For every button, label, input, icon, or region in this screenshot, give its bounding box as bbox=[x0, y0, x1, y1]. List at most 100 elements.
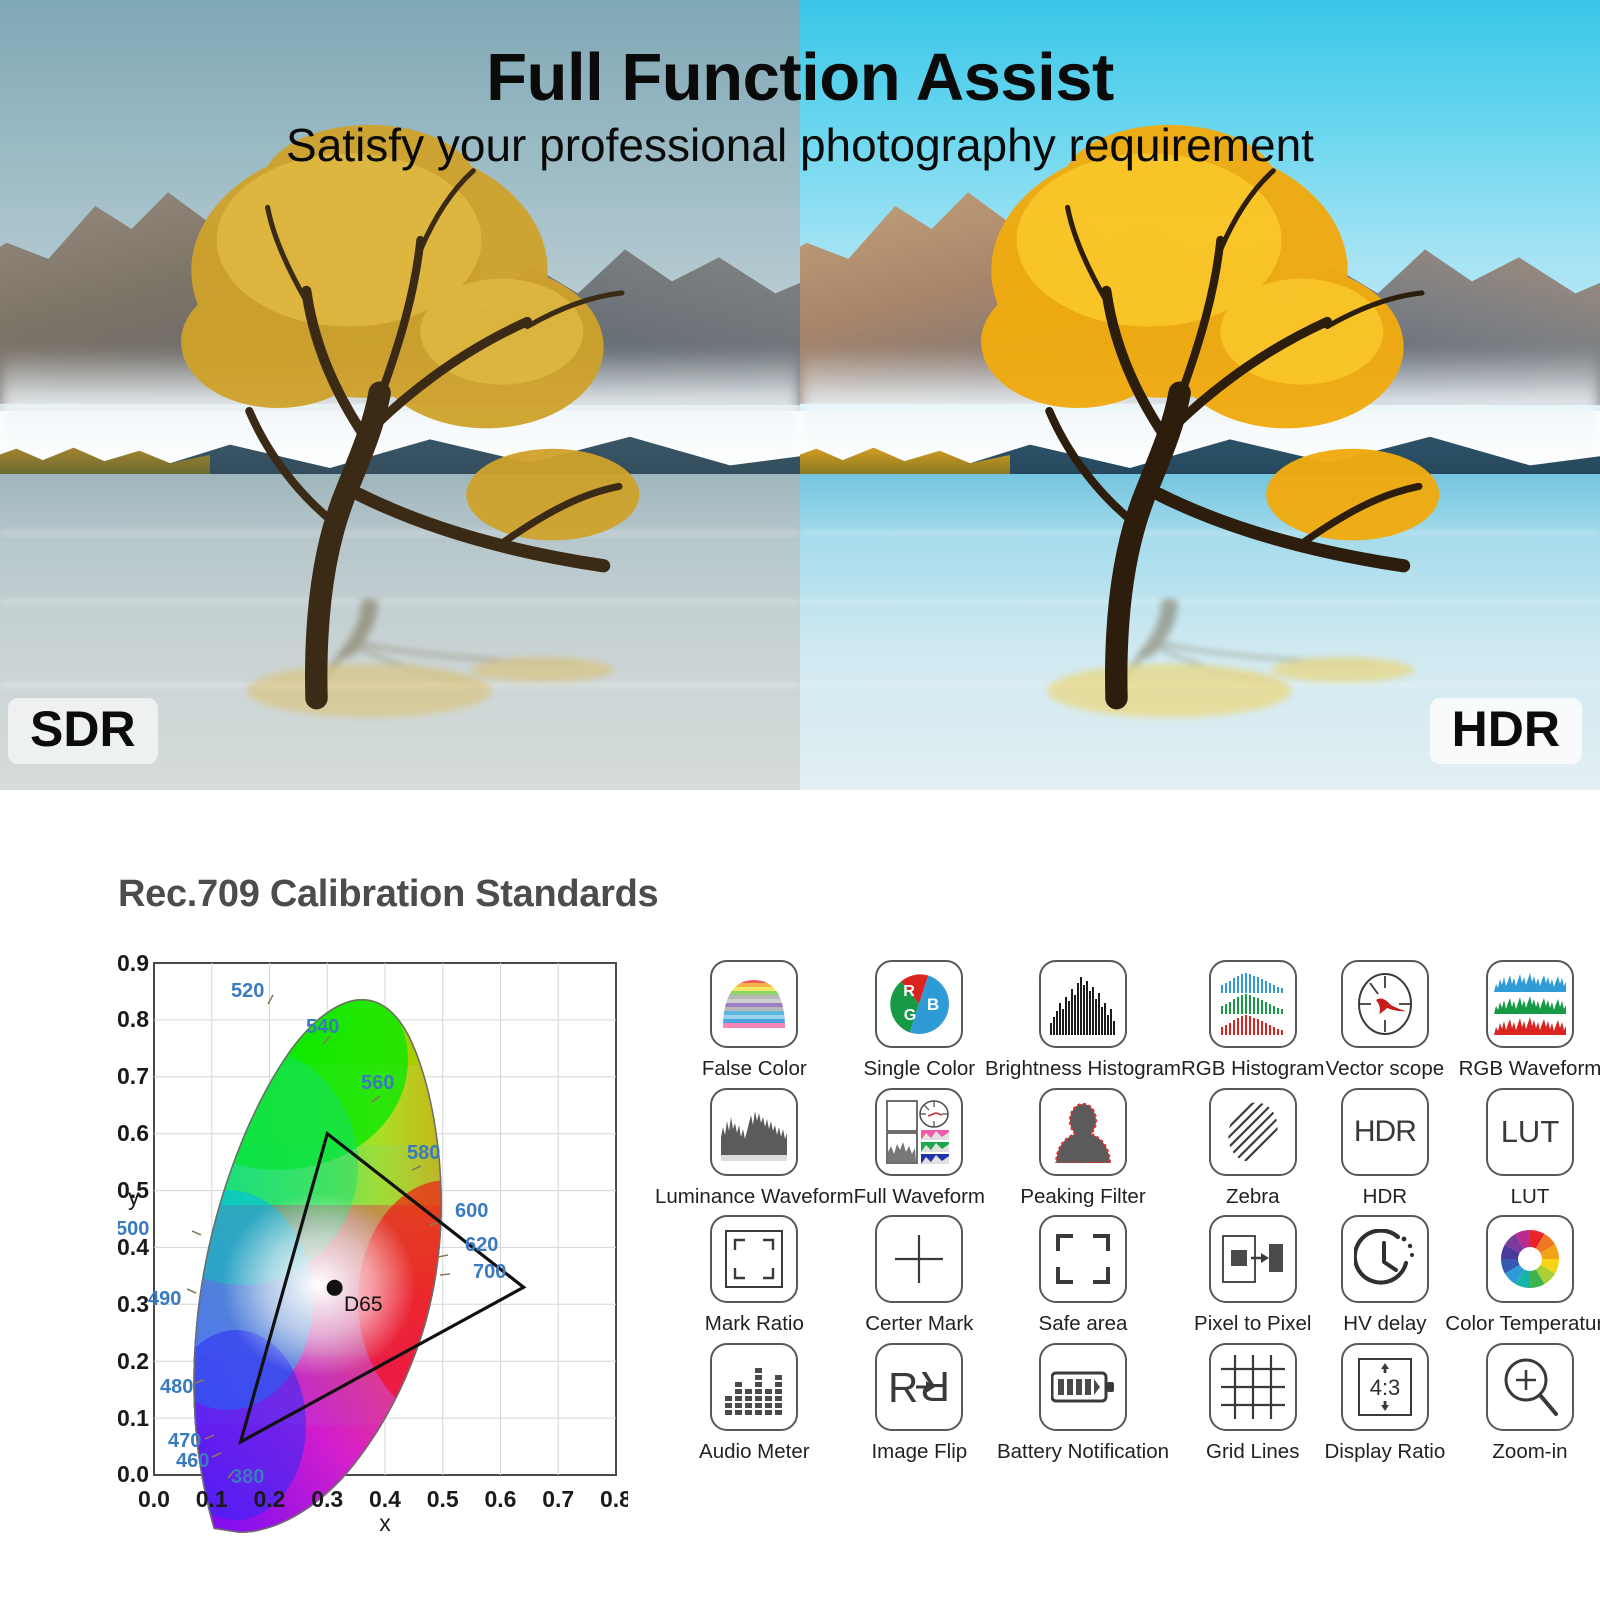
display-ratio-value: 4:3 bbox=[1370, 1375, 1401, 1400]
feature-label: Battery Notification bbox=[996, 1439, 1170, 1463]
lone-tree-sdr bbox=[181, 124, 640, 710]
false-color-icon[interactable] bbox=[710, 960, 799, 1048]
cie-chart-svg: D65 520 540 560 580 600 620 700 500 490 … bbox=[118, 955, 628, 1535]
image-flip-icon[interactable]: R R bbox=[875, 1342, 964, 1431]
page-title: Full Function Assist bbox=[486, 40, 1114, 115]
single-color-rgb-icon[interactable]: R G B bbox=[875, 960, 964, 1048]
vector-scope-icon[interactable] bbox=[1340, 960, 1429, 1048]
hero-banner: SDR HDR Full Function Assist Satisfy you… bbox=[0, 0, 1600, 790]
hdr-icon-label: HDR bbox=[1353, 1114, 1417, 1148]
feature-vector-scope[interactable]: Vector scope bbox=[1325, 960, 1446, 1081]
feature-center-mark[interactable]: Certer Mark bbox=[854, 1215, 985, 1336]
rgb-waveform-icon[interactable] bbox=[1485, 960, 1574, 1048]
feature-image-flip[interactable]: R R Image Flip bbox=[854, 1342, 985, 1464]
zoom-in-magnifier-icon[interactable] bbox=[1485, 1342, 1574, 1431]
rgb-histogram-icon[interactable] bbox=[1208, 960, 1297, 1048]
feature-label: HV delay bbox=[1343, 1312, 1427, 1336]
feature-label: Full Waveform bbox=[853, 1184, 985, 1208]
feature-label: Pixel to Pixel bbox=[1194, 1312, 1312, 1336]
svg-text:580: 580 bbox=[407, 1142, 440, 1164]
feature-safe-area[interactable]: Safe area bbox=[985, 1215, 1181, 1336]
brightness-histogram-icon[interactable] bbox=[1038, 960, 1127, 1048]
svg-text:480: 480 bbox=[160, 1376, 193, 1398]
feature-color-temperature[interactable]: Color Temperature bbox=[1445, 1215, 1600, 1336]
svg-text:700: 700 bbox=[473, 1261, 506, 1283]
svg-text:R: R bbox=[888, 1364, 918, 1411]
d65-point bbox=[326, 1279, 343, 1296]
svg-text:0.5: 0.5 bbox=[427, 1486, 459, 1512]
feature-mark-ratio[interactable]: Mark Ratio bbox=[655, 1215, 854, 1336]
svg-text:D65: D65 bbox=[344, 1293, 383, 1316]
page-subtitle: Satisfy your professional photography re… bbox=[286, 119, 1314, 171]
feature-battery-notification[interactable]: Battery Notification bbox=[985, 1342, 1181, 1464]
center-mark-icon[interactable] bbox=[875, 1215, 964, 1304]
feature-label: Image Flip bbox=[871, 1439, 968, 1463]
feature-lut[interactable]: LUT LUT bbox=[1445, 1087, 1600, 1209]
feature-grid-lines[interactable]: Grid Lines bbox=[1181, 1342, 1325, 1464]
feature-luminance-waveform[interactable]: Luminance Waveform bbox=[655, 1087, 854, 1209]
svg-text:540: 540 bbox=[306, 1016, 339, 1038]
svg-text:0.1: 0.1 bbox=[196, 1486, 228, 1512]
pixel-to-pixel-icon[interactable] bbox=[1208, 1215, 1297, 1304]
lone-tree-hdr bbox=[981, 124, 1440, 710]
mark-ratio-icon[interactable] bbox=[710, 1215, 799, 1304]
feature-label: Certer Mark bbox=[865, 1312, 974, 1336]
feature-hdr[interactable]: HDR HDR bbox=[1325, 1087, 1446, 1209]
sdr-badge: SDR bbox=[8, 698, 158, 764]
feature-hv-delay[interactable]: HV delay bbox=[1325, 1215, 1446, 1336]
svg-text:0.7: 0.7 bbox=[542, 1486, 574, 1512]
audio-meter-icon[interactable] bbox=[710, 1342, 799, 1431]
svg-text:470: 470 bbox=[168, 1430, 201, 1452]
svg-text:0.6: 0.6 bbox=[485, 1486, 517, 1512]
feature-label: HDR bbox=[1362, 1184, 1408, 1208]
x-axis-label: x bbox=[379, 1510, 391, 1535]
svg-text:R: R bbox=[920, 1363, 950, 1410]
feature-label: Display Ratio bbox=[1324, 1439, 1446, 1463]
feature-label: False Color bbox=[701, 1057, 807, 1080]
y-axis-label: y bbox=[128, 1184, 140, 1210]
feature-label: Grid Lines bbox=[1206, 1439, 1300, 1463]
lut-text-icon[interactable]: LUT bbox=[1485, 1087, 1574, 1176]
svg-text:0.8: 0.8 bbox=[118, 1006, 149, 1032]
feature-zebra[interactable]: Zebra bbox=[1181, 1087, 1325, 1209]
feature-label: Single Color bbox=[863, 1057, 976, 1080]
hdr-text-icon[interactable]: HDR bbox=[1340, 1087, 1429, 1176]
svg-text:0.8: 0.8 bbox=[600, 1486, 628, 1512]
cie-chromaticity-chart: D65 520 540 560 580 600 620 700 500 490 … bbox=[118, 955, 628, 1535]
feature-zoom-in[interactable]: Zoom-in bbox=[1445, 1342, 1600, 1464]
feature-rgb-waveform[interactable]: RGB Waveform bbox=[1445, 960, 1600, 1081]
display-ratio-icon[interactable]: 4:3 bbox=[1340, 1342, 1429, 1431]
full-waveform-icon[interactable] bbox=[875, 1087, 964, 1176]
battery-icon[interactable] bbox=[1038, 1342, 1127, 1431]
color-wheel-icon[interactable] bbox=[1485, 1215, 1574, 1304]
svg-text:0.1: 0.1 bbox=[118, 1405, 149, 1431]
feature-label: LUT bbox=[1510, 1184, 1550, 1208]
feature-full-waveform[interactable]: Full Waveform bbox=[853, 1087, 985, 1209]
feature-label: Zoom-in bbox=[1492, 1439, 1568, 1463]
feature-rgb-histogram[interactable]: RGB Histogram bbox=[1181, 960, 1325, 1081]
svg-text:0.3: 0.3 bbox=[118, 1291, 149, 1317]
feature-single-color[interactable]: R G B Single Color bbox=[854, 960, 985, 1081]
feature-label: Safe area bbox=[1038, 1312, 1128, 1336]
zebra-icon[interactable] bbox=[1208, 1087, 1297, 1176]
feature-brightness-histogram[interactable]: Brightness Histogram bbox=[985, 960, 1181, 1081]
svg-text:560: 560 bbox=[361, 1072, 394, 1094]
svg-text:620: 620 bbox=[465, 1234, 498, 1256]
feature-false-color[interactable]: False Color bbox=[655, 960, 854, 1081]
svg-text:0.4: 0.4 bbox=[118, 1234, 149, 1260]
feature-label: Color Temperature bbox=[1445, 1312, 1600, 1336]
luminance-waveform-icon[interactable] bbox=[710, 1087, 799, 1176]
feature-label: Mark Ratio bbox=[704, 1312, 804, 1336]
feature-pixel-to-pixel[interactable]: Pixel to Pixel bbox=[1181, 1215, 1325, 1336]
hv-delay-clock-icon[interactable] bbox=[1340, 1215, 1429, 1304]
grid-lines-icon[interactable] bbox=[1208, 1342, 1297, 1431]
feature-audio-meter[interactable]: Audio Meter bbox=[655, 1342, 854, 1464]
svg-text:460: 460 bbox=[176, 1450, 209, 1472]
feature-display-ratio[interactable]: 4:3 Display Ratio bbox=[1324, 1342, 1446, 1464]
svg-text:0.9: 0.9 bbox=[118, 955, 149, 976]
feature-peaking-filter[interactable]: Peaking Filter bbox=[985, 1087, 1181, 1209]
peaking-filter-icon[interactable] bbox=[1038, 1087, 1127, 1176]
safe-area-icon[interactable] bbox=[1038, 1215, 1127, 1304]
features-section: Rec.709 Calibration Standards D65 520 54… bbox=[0, 790, 1600, 1600]
svg-text:0.7: 0.7 bbox=[118, 1063, 149, 1089]
